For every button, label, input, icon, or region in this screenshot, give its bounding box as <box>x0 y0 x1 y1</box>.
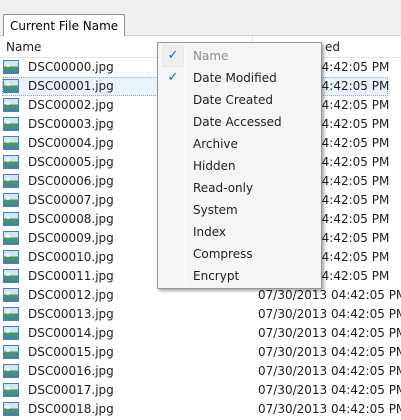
image-file-icon <box>3 155 19 169</box>
menu-item-encrypt[interactable]: Encrypt <box>160 265 319 287</box>
column-context-menu: ✓ Name ✓ Date Modified Date Created Date Acce… <box>157 42 322 289</box>
table-row[interactable]: DSC00015.jpg 07/30/2013 04:42:05 PM <box>0 343 401 362</box>
image-file-icon <box>3 250 19 264</box>
file-name: DSC00016.jpg <box>28 364 114 378</box>
image-file-icon <box>3 326 19 340</box>
file-name: DSC00002.jpg <box>28 98 114 112</box>
file-name: DSC00005.jpg <box>28 155 114 169</box>
menu-item-date-created[interactable]: Date Created <box>160 89 319 111</box>
file-date: 04:42:05 PM <box>314 79 390 93</box>
file-name: DSC00014.jpg <box>28 326 114 340</box>
checkmark-icon <box>160 243 186 265</box>
image-file-icon <box>3 136 19 150</box>
file-date: 04:42:05 PM <box>314 136 390 150</box>
file-name: DSC00013.jpg <box>28 307 114 321</box>
image-file-icon <box>3 269 19 283</box>
file-name: DSC00018.jpg <box>28 402 114 416</box>
file-name: DSC00004.jpg <box>28 136 114 150</box>
image-file-icon <box>3 174 19 188</box>
checkmark-icon <box>160 265 186 287</box>
file-name: DSC00010.jpg <box>28 250 114 264</box>
menu-item-label: Encrypt <box>193 269 240 283</box>
file-name: DSC00008.jpg <box>28 212 114 226</box>
file-date: 04:42:05 PM <box>314 231 390 245</box>
file-name: DSC00015.jpg <box>28 345 114 359</box>
checkmark-icon <box>160 221 186 243</box>
file-date: 04:42:05 PM <box>314 269 390 283</box>
image-file-icon <box>3 212 19 226</box>
file-date: 07/30/2013 04:42:05 PM <box>258 307 401 321</box>
image-file-icon <box>3 193 19 207</box>
file-date: 07/30/2013 04:42:05 PM <box>258 402 401 416</box>
table-row[interactable]: DSC00018.jpg 07/30/2013 04:42:05 PM <box>0 400 401 419</box>
file-date: 04:42:05 PM <box>314 193 390 207</box>
file-name: DSC00007.jpg <box>28 193 114 207</box>
menu-item-index[interactable]: Index <box>160 221 319 243</box>
menu-item-label: Read-only <box>193 181 254 195</box>
checkmark-icon <box>160 199 186 221</box>
menu-item-read-only[interactable]: Read-only <box>160 177 319 199</box>
checkmark-icon <box>160 111 186 133</box>
menu-item-system[interactable]: System <box>160 199 319 221</box>
checkmark-icon <box>160 155 186 177</box>
menu-item-label: Date Created <box>193 93 273 107</box>
menu-item-date-modified[interactable]: ✓ Date Modified <box>160 67 319 89</box>
file-date: 07/30/2013 04:42:05 PM <box>258 364 401 378</box>
checkmark-icon <box>160 177 186 199</box>
menu-item-label: Hidden <box>193 159 236 173</box>
image-file-icon <box>3 345 19 359</box>
menu-item-label: Date Modified <box>193 71 277 85</box>
file-date: 04:42:05 PM <box>314 212 390 226</box>
file-name: DSC00001.jpg <box>28 79 114 93</box>
file-date: 04:42:05 PM <box>314 60 390 74</box>
menu-item-hidden[interactable]: Hidden <box>160 155 319 177</box>
file-date: 04:42:05 PM <box>314 117 390 131</box>
file-name: DSC00009.jpg <box>28 231 114 245</box>
menu-item-compress[interactable]: Compress <box>160 243 319 265</box>
image-file-icon <box>3 288 19 302</box>
file-date: 04:42:05 PM <box>314 250 390 264</box>
menu-item-label: Compress <box>193 247 253 261</box>
checkmark-icon: ✓ <box>167 48 179 63</box>
table-row[interactable]: DSC00016.jpg 07/30/2013 04:42:05 PM <box>0 362 401 381</box>
image-file-icon <box>3 364 19 378</box>
image-file-icon <box>3 383 19 397</box>
file-name: DSC00012.jpg <box>28 288 114 302</box>
checkmark-icon: ✓ <box>167 70 179 85</box>
file-date: 04:42:05 PM <box>314 174 390 188</box>
table-row[interactable]: DSC00013.jpg 07/30/2013 04:42:05 PM <box>0 305 401 324</box>
file-name: DSC00006.jpg <box>28 174 114 188</box>
file-date: 07/30/2013 04:42:05 PM <box>258 383 401 397</box>
image-file-icon <box>3 231 19 245</box>
image-file-icon <box>3 60 19 74</box>
menu-item-label: Name <box>193 49 229 63</box>
file-date: 04:42:05 PM <box>314 98 390 112</box>
tab-strip: Current File Name <box>0 0 401 37</box>
image-file-icon <box>3 98 19 112</box>
menu-item-label: Index <box>193 225 227 239</box>
menu-item-label: Date Accessed <box>193 115 282 129</box>
checkmark-icon <box>160 133 186 155</box>
menu-item-label: Archive <box>193 137 238 151</box>
menu-item-date-accessed[interactable]: Date Accessed <box>160 111 319 133</box>
menu-item-label: System <box>193 203 238 217</box>
file-date: 07/30/2013 04:42:05 PM <box>258 326 401 340</box>
image-file-icon <box>3 79 19 93</box>
table-row[interactable]: DSC00017.jpg 07/30/2013 04:42:05 PM <box>0 381 401 400</box>
file-name: DSC00000.jpg <box>28 60 114 74</box>
table-row[interactable]: DSC00014.jpg 07/30/2013 04:42:05 PM <box>0 324 401 343</box>
file-name: DSC00017.jpg <box>28 383 114 397</box>
image-file-icon <box>3 307 19 321</box>
checkmark-icon <box>160 89 186 111</box>
image-file-icon <box>3 402 19 416</box>
file-date: 07/30/2013 04:42:05 PM <box>258 345 401 359</box>
image-file-icon <box>3 117 19 131</box>
file-name: DSC00003.jpg <box>28 117 114 131</box>
file-date: 04:42:05 PM <box>314 155 390 169</box>
file-name: DSC00011.jpg <box>28 269 114 283</box>
menu-item-name: ✓ Name <box>160 45 319 67</box>
menu-item-archive[interactable]: Archive <box>160 133 319 155</box>
tab-current-file-name[interactable]: Current File Name <box>3 14 126 37</box>
